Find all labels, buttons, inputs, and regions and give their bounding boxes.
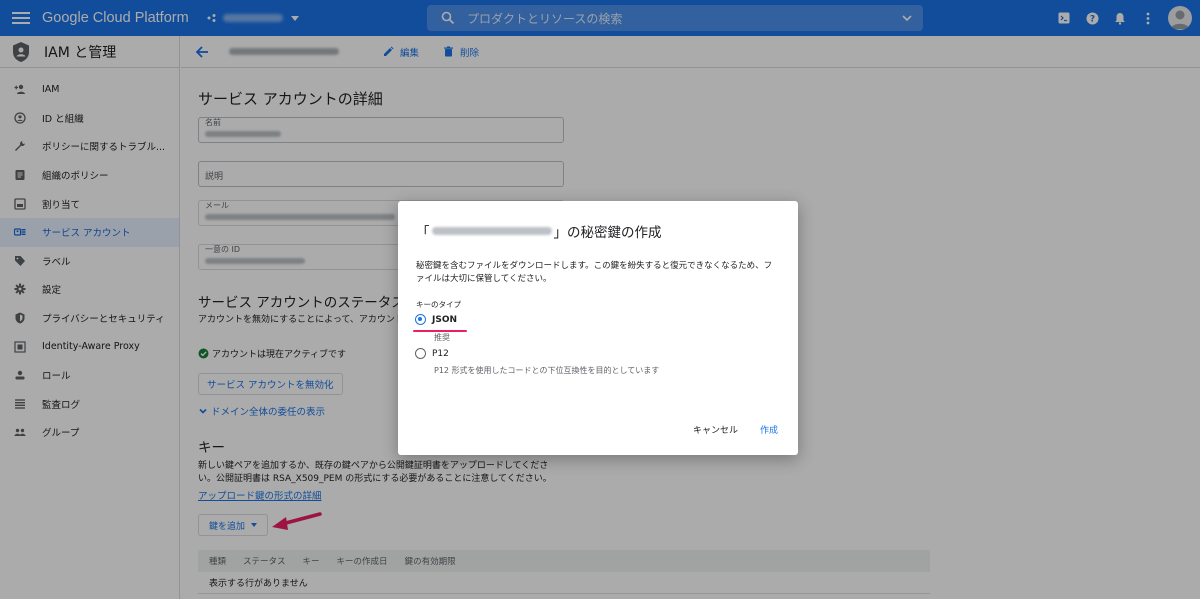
radio-selected-icon[interactable] [415, 314, 426, 325]
dialog-title-prefix: 「 [416, 225, 430, 241]
dialog-title-suffix: 」の秘密鍵の作成 [553, 225, 662, 241]
key-type-label: キーのタイプ [416, 300, 461, 309]
json-option-label: JSON [432, 314, 458, 325]
dialog-description: 秘密鍵を含むファイルをダウンロードします。この鍵を紛失すると復元できなくなるため… [416, 261, 773, 284]
radio-unselected-icon[interactable] [415, 348, 426, 359]
cancel-button[interactable]: キャンセル [693, 423, 738, 436]
p12-option-sub: P12 形式を使用したコードとの下位互換性を目的としています [434, 366, 660, 375]
key-type-p12-radio[interactable]: P12 [415, 348, 449, 359]
key-type-json-radio[interactable]: JSON [415, 314, 457, 325]
create-button[interactable]: 作成 [760, 423, 778, 436]
json-option-sub: 推奨 [434, 333, 450, 342]
create-private-key-dialog: 「 」の秘密鍵の作成 秘密鍵を含むファイルをダウンロードします。この鍵を紛失する… [398, 201, 798, 455]
p12-option-label: P12 [432, 348, 449, 359]
dialog-title: 「 」の秘密鍵の作成 [416, 221, 662, 241]
account-name-redacted [431, 227, 552, 235]
dialog-actions: キャンセル 作成 [693, 423, 778, 436]
